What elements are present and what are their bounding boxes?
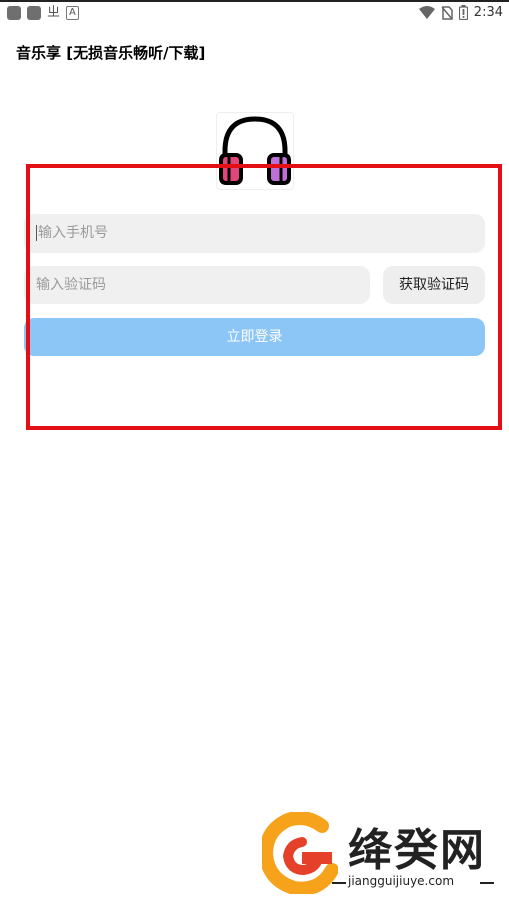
watermark-logo-icon bbox=[262, 812, 338, 894]
highlight-frame bbox=[26, 164, 502, 430]
notification-icon bbox=[27, 6, 41, 20]
watermark-line-left bbox=[332, 882, 346, 884]
page-title: 音乐享 [无损音乐畅听/下载] bbox=[16, 44, 206, 62]
watermark: 绛癸网 jiangguijiuye.com bbox=[262, 812, 502, 894]
notification-a-icon: A bbox=[66, 6, 79, 20]
status-bar: ㄓ A 2:34 bbox=[0, 2, 509, 26]
wifi-icon bbox=[418, 5, 435, 19]
clock-time: 2:34 bbox=[473, 5, 503, 20]
notification-glyph-icon: ㄓ bbox=[47, 5, 61, 20]
no-sim-icon bbox=[441, 5, 453, 20]
watermark-url: jiangguijiuye.com bbox=[348, 874, 455, 888]
notification-icon bbox=[7, 6, 21, 20]
status-right: 2:34 bbox=[418, 5, 503, 20]
watermark-text: 绛癸网 bbox=[348, 825, 486, 876]
watermark-line-right bbox=[480, 882, 494, 884]
status-left: ㄓ A bbox=[7, 6, 79, 20]
battery-icon bbox=[458, 5, 468, 20]
